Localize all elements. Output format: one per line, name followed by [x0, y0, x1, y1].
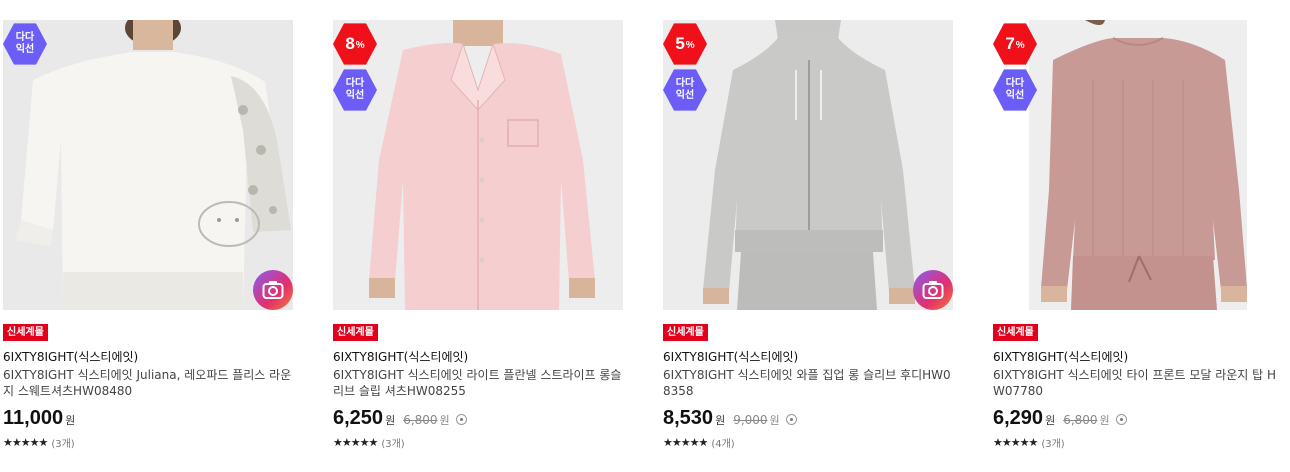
product-price: 8,530 [663, 407, 714, 429]
star-icon: ★★★★★ [993, 436, 1038, 449]
product-brand[interactable]: 6IXTY8IGHT(식스티에잇) [993, 349, 1283, 365]
dada-badge-line2: 익선 [15, 44, 35, 55]
star-icon: ★★★★★ [3, 436, 48, 449]
discount-unit: % [355, 40, 365, 51]
product-price: 11,000 [3, 407, 64, 429]
star-icon: ★★★★★ [333, 436, 378, 449]
product-photo [663, 20, 953, 310]
review-count[interactable]: (3개) [381, 435, 404, 450]
product-name[interactable]: 6IXTY8IGHT 식스티에잇 타이 프론트 모달 라운지 탑 HW07780 [993, 367, 1283, 399]
review-count[interactable]: (3개) [1041, 435, 1064, 450]
dada-badge-line2: 익선 [1005, 90, 1025, 101]
product-image[interactable]: 다다 익선 [3, 20, 293, 310]
product-name[interactable]: 6IXTY8IGHT 식스티에잇 와플 집업 롱 슬리브 후디HW08358 [663, 367, 953, 399]
discount-unit: % [685, 40, 695, 51]
product-card[interactable]: 5% 다다 익선 신세계몰 6IXTY8IGHT(식스티에잇) 6IXTY8IG… [663, 20, 953, 450]
product-photo [333, 20, 623, 310]
product-name[interactable]: 6IXTY8IGHT 식스티에잇 라이트 플란넬 스트라이프 롱슬리브 슬립 셔… [333, 367, 623, 399]
dada-badge-line1: 다다 [1005, 78, 1025, 89]
product-brand[interactable]: 6IXTY8IGHT(식스티에잇) [333, 349, 623, 365]
original-price: 6,800 [1063, 413, 1098, 427]
dada-badge-line1: 다다 [15, 32, 35, 43]
dada-badge-line1: 다다 [345, 78, 365, 89]
product-photo [3, 20, 293, 310]
dada-badge-line1: 다다 [675, 78, 695, 89]
original-price-currency: 원 [439, 414, 450, 427]
camera-icon[interactable] [913, 270, 953, 310]
product-image[interactable]: 7% 다다 익선 [993, 20, 1283, 310]
product-price: 6,290 [993, 407, 1044, 429]
discount-unit: % [1015, 40, 1025, 51]
product-image[interactable]: 8% 다다 익선 [333, 20, 623, 310]
product-photo [993, 20, 1283, 310]
product-image[interactable]: 5% 다다 익선 [663, 20, 953, 310]
discount-value: 7 [1005, 34, 1015, 53]
dada-badge-line2: 익선 [345, 90, 365, 101]
original-price: 9,000 [733, 413, 768, 427]
product-card[interactable]: 8% 다다 익선 신세계몰 6IXTY8IGHT(식스티에잇) 6IXTY8IG… [333, 20, 623, 450]
original-price-currency: 원 [1099, 414, 1110, 427]
camera-icon[interactable] [253, 270, 293, 310]
price-currency: 원 [65, 414, 76, 427]
dada-badge-line2: 익선 [675, 90, 695, 101]
info-circle-icon[interactable] [455, 413, 467, 425]
star-icon: ★★★★★ [663, 436, 708, 449]
price-currency: 원 [715, 414, 726, 427]
product-brand[interactable]: 6IXTY8IGHT(식스티에잇) [3, 349, 293, 365]
info-circle-icon[interactable] [1115, 413, 1127, 425]
product-brand[interactable]: 6IXTY8IGHT(식스티에잇) [663, 349, 953, 365]
mall-tag: 신세계몰 [333, 324, 378, 341]
mall-tag: 신세계몰 [663, 324, 708, 341]
price-currency: 원 [1045, 414, 1056, 427]
discount-value: 8 [345, 34, 355, 53]
original-price-currency: 원 [769, 414, 780, 427]
discount-value: 5 [675, 34, 685, 53]
review-count[interactable]: (3개) [51, 435, 74, 450]
info-circle-icon[interactable] [785, 413, 797, 425]
mall-tag: 신세계몰 [993, 324, 1038, 341]
mall-tag: 신세계몰 [3, 324, 48, 341]
original-price: 6,800 [403, 413, 438, 427]
product-name[interactable]: 6IXTY8IGHT 식스티에잇 Juliana, 레오파드 플리스 라운지 스… [3, 367, 293, 399]
price-currency: 원 [385, 414, 396, 427]
product-card[interactable]: 다다 익선 신세계몰 6IXTY8IGHT(식스티에잇) 6IXTY8IGHT … [3, 20, 293, 450]
product-card[interactable]: 7% 다다 익선 신세계몰 6IXTY8IGHT(식스티에잇) 6IXTY8IG… [993, 20, 1283, 450]
product-price: 6,250 [333, 407, 384, 429]
review-count[interactable]: (4개) [711, 435, 734, 450]
